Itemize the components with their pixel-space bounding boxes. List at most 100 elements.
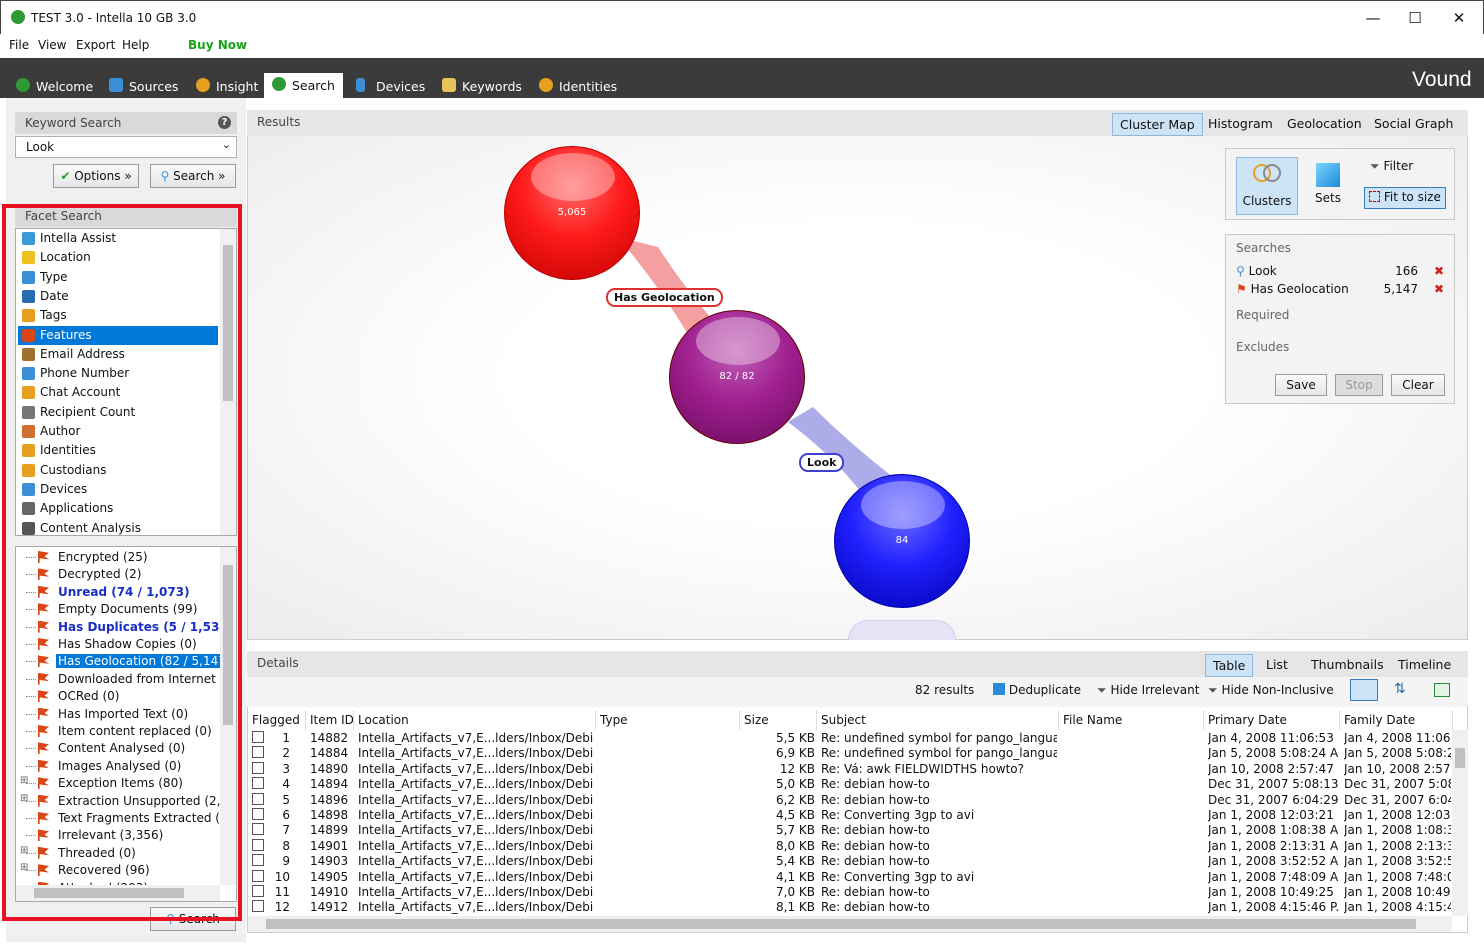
save-button[interactable]: Save xyxy=(1275,374,1327,396)
tab-identities[interactable]: Identities xyxy=(531,74,625,98)
table-cell: Jan 1, 2008 4:15:46 xyxy=(1344,900,1451,915)
column-header[interactable]: Item ID xyxy=(306,710,354,730)
view-timeline[interactable]: Timeline xyxy=(1391,654,1458,675)
filter-button[interactable]: ⏷ Filter xyxy=(1370,159,1413,174)
cluster-red[interactable]: 5,065 xyxy=(504,146,640,280)
flag-checkbox[interactable] xyxy=(252,746,264,759)
table-row[interactable]: 2 14884 Intella_Artifacts_v7,E...lders/Inb… xyxy=(248,746,1453,762)
scroll-thumb[interactable] xyxy=(1455,748,1465,768)
tab-welcome[interactable]: Welcome xyxy=(8,74,101,98)
view-list[interactable]: List xyxy=(1259,654,1295,675)
search-item-look[interactable]: ⚲ Look 166 ✖ xyxy=(1236,264,1446,278)
tab-sources[interactable]: Sources xyxy=(101,74,186,98)
close-button[interactable]: ✕ xyxy=(1439,7,1479,29)
help-icon[interactable]: ? xyxy=(218,116,231,129)
table-row[interactable]: 7 14899 Intella_Artifacts_v7,E...lders/Inb… xyxy=(248,823,1453,839)
remove-icon[interactable]: ✖ xyxy=(1434,264,1444,278)
search-tab-icon xyxy=(272,77,286,91)
table-h-scrollbar[interactable] xyxy=(248,916,1452,932)
view-social-graph[interactable]: Social Graph xyxy=(1367,113,1460,134)
cluster-purple-count: 82 / 82 xyxy=(719,371,755,382)
view-geolocation[interactable]: Geolocation xyxy=(1280,113,1369,134)
clusters-button[interactable]: Clusters xyxy=(1236,157,1298,215)
keyword-search-input[interactable]: Look ⌄ xyxy=(15,136,237,158)
table-row[interactable]: 6 14898 Intella_Artifacts_v7,E...lders/Inb… xyxy=(248,808,1453,824)
hide-noninclusive-button[interactable]: ⏷ Hide Non-Inclusive xyxy=(1208,683,1334,698)
column-header[interactable]: Family Date xyxy=(1340,710,1453,730)
table-row[interactable]: 10 14905 Intella_Artifacts_v7,E...lders/In… xyxy=(248,869,1453,886)
column-header[interactable]: Primary Date xyxy=(1204,710,1340,730)
table-v-scrollbar[interactable] xyxy=(1452,730,1468,916)
table-layout-icon[interactable] xyxy=(1350,679,1378,701)
columns-icon[interactable] xyxy=(1434,683,1450,697)
minimize-button[interactable]: — xyxy=(1353,7,1393,29)
tab-insight[interactable]: Insight xyxy=(188,74,266,98)
chevron-down-icon[interactable]: ⌄ xyxy=(222,138,231,151)
hide-irrelevant-button[interactable]: ⏷ Hide Irrelevant xyxy=(1097,683,1199,698)
menu-file[interactable]: File xyxy=(9,38,29,52)
menu-help[interactable]: Help xyxy=(122,38,149,52)
h-scroll-thumb[interactable] xyxy=(266,919,1416,929)
column-header[interactable]: Location xyxy=(354,710,596,730)
deduplicate-button[interactable]: Deduplicate xyxy=(993,683,1081,697)
remove-icon[interactable]: ✖ xyxy=(1434,282,1444,296)
column-header[interactable]: Size xyxy=(740,710,817,730)
table-row[interactable]: 8 14901 Intella_Artifacts_v7,E...lders/Inb… xyxy=(248,838,1453,855)
cluster-blue[interactable]: 84 xyxy=(834,474,970,608)
table-cell: Intella_Artifacts_v7,E...lders/Inbox/Deb… xyxy=(358,808,594,822)
flag-checkbox[interactable] xyxy=(252,838,264,851)
table-cell: 8,0 KB xyxy=(776,838,815,853)
column-header[interactable]: Flagged xyxy=(248,710,306,730)
flag-checkbox[interactable] xyxy=(252,731,264,743)
stop-button[interactable]: Stop xyxy=(1335,374,1383,396)
maximize-button[interactable]: ☐ xyxy=(1395,7,1435,29)
table-row[interactable]: 4 14894 Intella_Artifacts_v7,E...lders/Inb… xyxy=(248,777,1453,793)
tab-devices[interactable]: Devices xyxy=(348,74,433,98)
table-row[interactable]: 11 14910 Intella_Artifacts_v7,E...lders/In… xyxy=(248,885,1453,901)
view-histogram[interactable]: Histogram xyxy=(1201,113,1280,134)
options-button[interactable]: ✔ Options » xyxy=(53,164,139,188)
flag-checkbox[interactable] xyxy=(252,808,264,820)
table-row[interactable]: 1 14882 Intella_Artifacts_v7,E...lders/Inb… xyxy=(248,731,1453,747)
sort-icon[interactable]: ⇅ xyxy=(1394,681,1406,697)
cluster-partial[interactable] xyxy=(848,620,956,640)
flag-checkbox[interactable] xyxy=(252,854,264,867)
clear-button[interactable]: Clear xyxy=(1391,374,1445,396)
app-icon xyxy=(11,10,25,24)
column-header[interactable]: File Name xyxy=(1059,710,1204,730)
tab-search[interactable]: Search xyxy=(264,73,343,98)
table-cell: 14898 xyxy=(310,808,349,822)
edge-label-geolocation[interactable]: Has Geolocation xyxy=(606,288,723,307)
column-header[interactable]: Subject xyxy=(817,710,1059,730)
table-cell: Re: debian how-to xyxy=(821,885,930,899)
table-cell: Jan 1, 2008 12:03:21 ... xyxy=(1208,808,1338,822)
view-cluster-map[interactable]: Cluster Map xyxy=(1112,113,1203,136)
edge-label-look[interactable]: Look xyxy=(799,453,845,472)
sets-button[interactable]: Sets xyxy=(1308,157,1348,215)
table-row[interactable]: 9 14903 Intella_Artifacts_v7,E...lders/Inb… xyxy=(248,854,1453,870)
flag-checkbox[interactable] xyxy=(252,869,264,882)
flag-checkbox[interactable] xyxy=(252,777,264,790)
flag-checkbox[interactable] xyxy=(252,823,264,836)
table-cell: Jan 1, 2008 4:15:46 P... xyxy=(1208,900,1338,915)
table-cell: 4 xyxy=(282,777,290,792)
flag-checkbox[interactable] xyxy=(252,900,264,913)
table-row[interactable]: 12 14912 Intella_Artifacts_v7,E...lders/In… xyxy=(248,900,1453,916)
menu-view[interactable]: View xyxy=(38,38,66,52)
fit-to-size-button[interactable]: Fit to size xyxy=(1364,187,1446,209)
buy-now-link[interactable]: Buy Now xyxy=(188,38,247,52)
table-cell: 14890 xyxy=(310,761,349,776)
flag-checkbox[interactable] xyxy=(252,792,264,805)
view-table[interactable]: Table xyxy=(1205,654,1254,677)
column-header[interactable]: Type xyxy=(596,710,740,730)
table-row[interactable]: 3 14890 Intella_Artifacts_v7,E...lders/Inb… xyxy=(248,761,1453,778)
cluster-purple[interactable]: 82 / 82 xyxy=(669,310,805,444)
tab-keywords[interactable]: Keywords xyxy=(434,74,530,98)
view-thumbnails[interactable]: Thumbnails xyxy=(1304,654,1391,675)
keyword-search-button[interactable]: ⚲ Search » xyxy=(150,164,236,188)
flag-checkbox[interactable] xyxy=(252,761,264,774)
menu-export[interactable]: Export xyxy=(76,38,115,52)
table-row[interactable]: 5 14896 Intella_Artifacts_v7,E...lders/Inb… xyxy=(248,792,1453,809)
flag-checkbox[interactable] xyxy=(252,885,264,897)
search-item-geolocation[interactable]: ⚑ Has Geolocation 5,147 ✖ xyxy=(1236,282,1446,296)
